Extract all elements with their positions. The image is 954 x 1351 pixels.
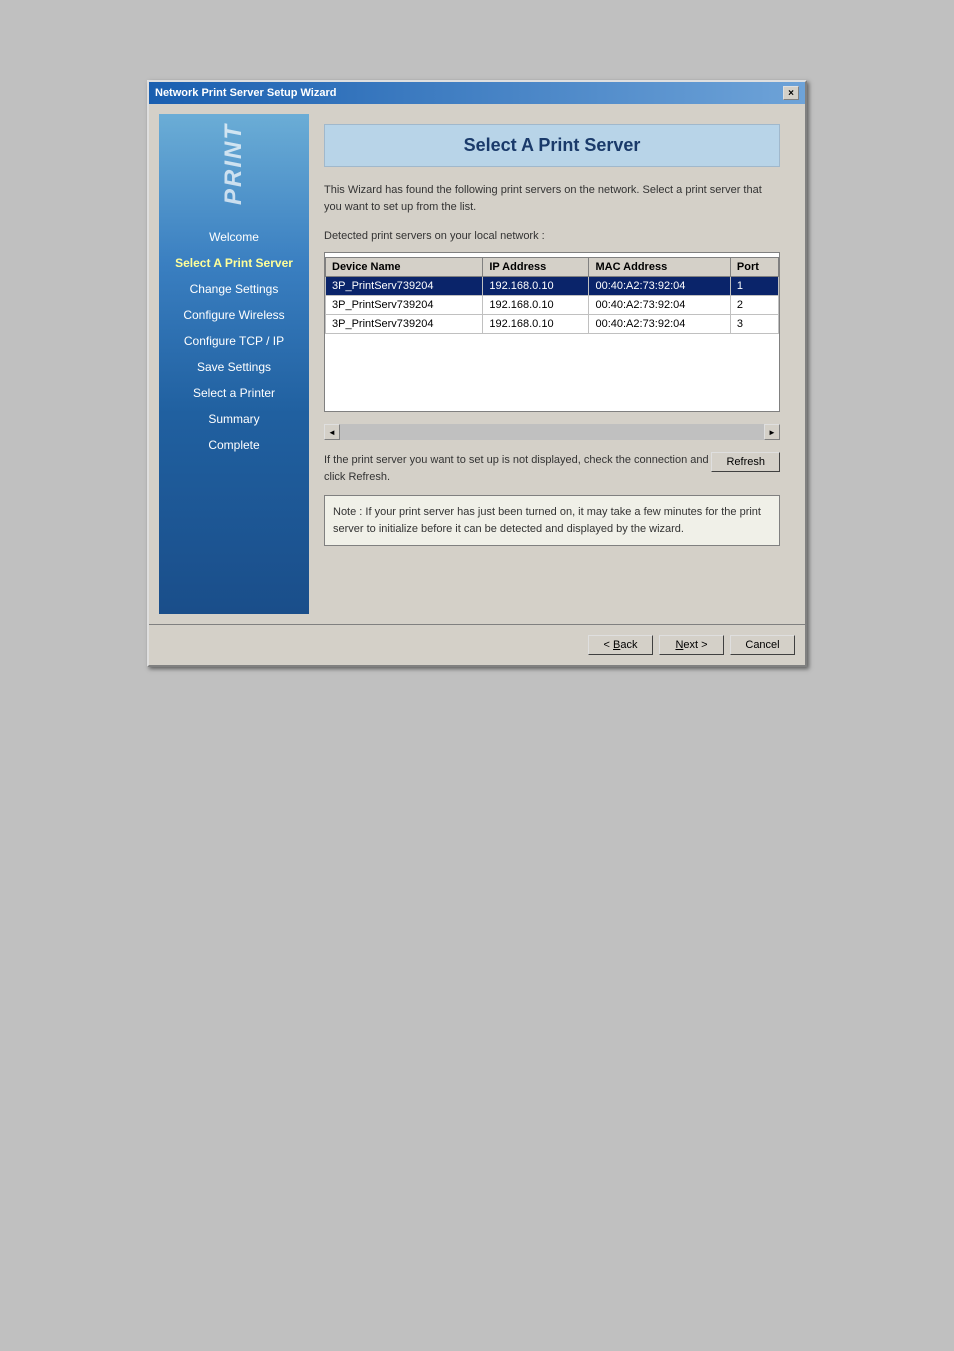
title-bar: Network Print Server Setup Wizard × bbox=[149, 82, 805, 104]
page-title: Select A Print Server bbox=[340, 135, 764, 156]
wizard-window: Network Print Server Setup Wizard × PRIN… bbox=[147, 80, 807, 667]
note-box: Note : If your print server has just bee… bbox=[324, 495, 780, 546]
col-port: Port bbox=[730, 258, 778, 277]
sidebar-item-complete[interactable]: Complete bbox=[159, 432, 309, 458]
page-title-box: Select A Print Server bbox=[324, 124, 780, 167]
refresh-prompt-text: If the print server you want to set up i… bbox=[324, 452, 711, 485]
close-button[interactable]: × bbox=[783, 86, 799, 100]
cancel-button[interactable]: Cancel bbox=[730, 635, 795, 655]
sidebar-item-select-print-server[interactable]: Select A Print Server bbox=[159, 250, 309, 276]
window-title: Network Print Server Setup Wizard bbox=[155, 87, 336, 99]
back-button[interactable]: < Back bbox=[588, 635, 653, 655]
sidebar-nav: Welcome Select A Print Server Change Set… bbox=[159, 224, 309, 458]
device-table-container: Device Name IP Address MAC Address Port … bbox=[324, 252, 780, 412]
scroll-left-button[interactable]: ◄ bbox=[324, 424, 340, 440]
sidebar: PRINT Welcome Select A Print Server Chan… bbox=[159, 114, 309, 614]
section-label: Detected print servers on your local net… bbox=[324, 230, 780, 242]
sidebar-item-summary[interactable]: Summary bbox=[159, 406, 309, 432]
col-ip-address: IP Address bbox=[483, 258, 589, 277]
horizontal-scrollbar: ◄ ► bbox=[324, 424, 780, 440]
table-row[interactable]: 3P_PrintServ739204192.168.0.1000:40:A2:7… bbox=[326, 296, 779, 315]
device-table: Device Name IP Address MAC Address Port … bbox=[325, 257, 779, 334]
sidebar-logo: PRINT bbox=[204, 124, 264, 204]
sidebar-item-configure-tcp-ip[interactable]: Configure TCP / IP bbox=[159, 328, 309, 354]
refresh-row: If the print server you want to set up i… bbox=[324, 452, 780, 485]
sidebar-item-welcome[interactable]: Welcome bbox=[159, 224, 309, 250]
description-text: This Wizard has found the following prin… bbox=[324, 182, 780, 215]
col-device-name: Device Name bbox=[326, 258, 483, 277]
sidebar-logo-text: PRINT bbox=[220, 123, 248, 205]
window-content: PRINT Welcome Select A Print Server Chan… bbox=[149, 104, 805, 624]
scroll-right-button[interactable]: ► bbox=[764, 424, 780, 440]
sidebar-item-change-settings[interactable]: Change Settings bbox=[159, 276, 309, 302]
sidebar-item-select-printer[interactable]: Select a Printer bbox=[159, 380, 309, 406]
scroll-track bbox=[340, 424, 764, 440]
col-mac-address: MAC Address bbox=[589, 258, 730, 277]
main-content: Select A Print Server This Wizard has fo… bbox=[309, 114, 795, 614]
sidebar-item-save-settings[interactable]: Save Settings bbox=[159, 354, 309, 380]
next-button[interactable]: Next > bbox=[659, 635, 724, 655]
table-row[interactable]: 3P_PrintServ739204192.168.0.1000:40:A2:7… bbox=[326, 315, 779, 334]
table-row[interactable]: 3P_PrintServ739204192.168.0.1000:40:A2:7… bbox=[326, 277, 779, 296]
sidebar-item-configure-wireless[interactable]: Configure Wireless bbox=[159, 302, 309, 328]
refresh-button[interactable]: Refresh bbox=[711, 452, 780, 472]
footer: < Back Next > Cancel bbox=[149, 624, 805, 665]
